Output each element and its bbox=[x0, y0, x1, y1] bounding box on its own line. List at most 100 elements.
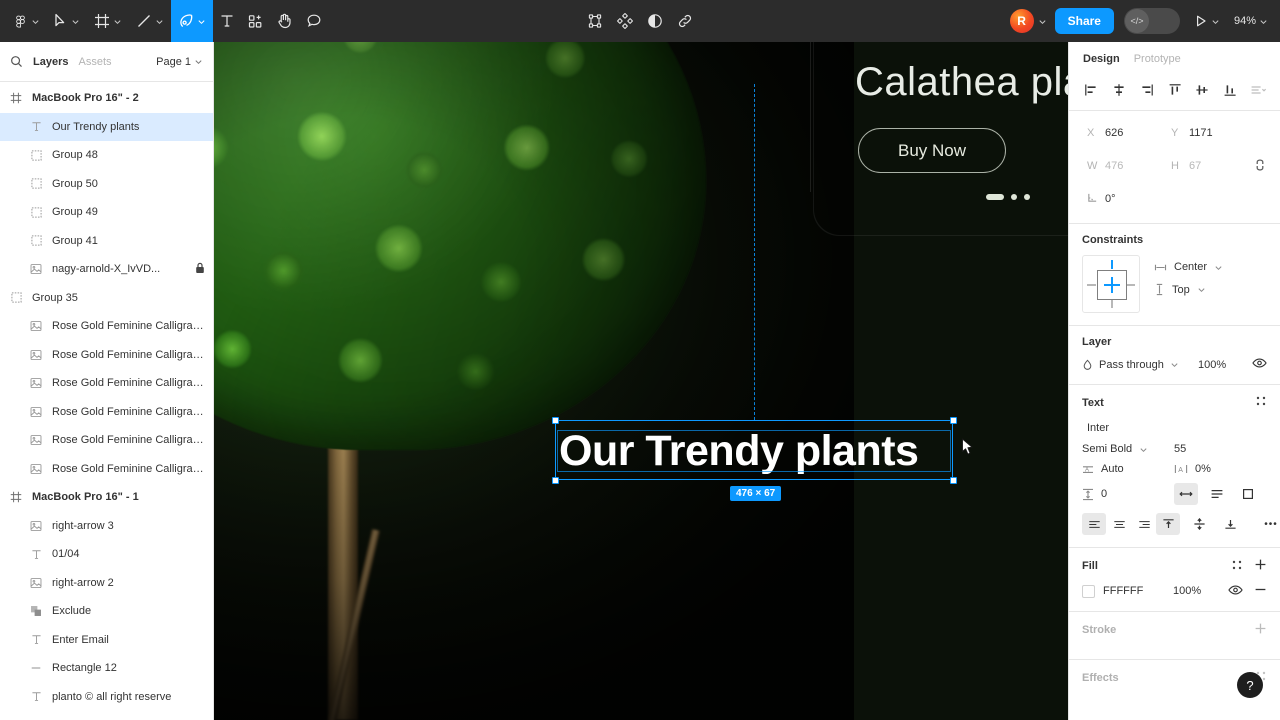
align-top-icon[interactable] bbox=[1161, 78, 1189, 102]
layer-row[interactable]: Exclude bbox=[0, 597, 213, 626]
components-tool-icon[interactable] bbox=[241, 0, 270, 42]
page-selector[interactable]: Page 1 bbox=[156, 56, 203, 68]
layer-row[interactable]: Group 49 bbox=[0, 198, 213, 227]
layer-row[interactable]: Group 41 bbox=[0, 227, 213, 256]
font-weight-dropdown[interactable]: Semi Bold bbox=[1082, 443, 1174, 455]
distribute-menu-icon[interactable] bbox=[1244, 78, 1272, 102]
figma-menu-icon[interactable] bbox=[6, 0, 47, 42]
align-left-icon[interactable] bbox=[1077, 78, 1105, 102]
align-text-bottom-icon[interactable] bbox=[1218, 513, 1242, 535]
fill-styles-icon[interactable] bbox=[1231, 559, 1243, 574]
blend-mode-dropdown[interactable]: Pass through bbox=[1082, 359, 1190, 371]
align-bottom-icon[interactable] bbox=[1216, 78, 1244, 102]
layer-row[interactable]: right-arrow 3 bbox=[0, 512, 213, 541]
text-styles-icon[interactable] bbox=[1255, 395, 1267, 410]
variants-icon[interactable] bbox=[610, 0, 640, 42]
align-text-right-icon[interactable] bbox=[1132, 513, 1156, 535]
carousel-dot-active[interactable] bbox=[986, 194, 1004, 200]
layer-row[interactable]: Rose Gold Feminine Calligrap... bbox=[0, 455, 213, 484]
carousel-dots[interactable] bbox=[986, 194, 1030, 200]
height-field[interactable]: H 67 bbox=[1166, 154, 1244, 178]
layer-row[interactable]: Group 35 bbox=[0, 284, 213, 313]
x-field[interactable]: X 626 bbox=[1082, 121, 1160, 145]
fill-visibility-eye-icon[interactable] bbox=[1228, 584, 1243, 599]
buy-now-button[interactable]: Buy Now bbox=[858, 128, 1006, 173]
layer-row[interactable]: Group 50 bbox=[0, 170, 213, 199]
tab-assets[interactable]: Assets bbox=[78, 56, 111, 68]
resize-handle-top-right[interactable] bbox=[950, 417, 957, 424]
scale-tool-icon[interactable] bbox=[580, 0, 610, 42]
text-tool-icon[interactable] bbox=[213, 0, 241, 42]
width-field[interactable]: W 476 bbox=[1082, 154, 1160, 178]
horizontal-constraint-dropdown[interactable]: Center bbox=[1154, 261, 1223, 273]
hand-tool-icon[interactable] bbox=[270, 0, 299, 42]
tab-prototype[interactable]: Prototype bbox=[1134, 53, 1181, 65]
font-family-field[interactable]: Inter bbox=[1082, 419, 1267, 437]
layer-visibility-eye-icon[interactable] bbox=[1252, 357, 1267, 372]
resize-handle-bottom-left[interactable] bbox=[552, 477, 559, 484]
avatar[interactable]: R bbox=[1009, 9, 1034, 33]
layer-row[interactable]: Rectangle 12 bbox=[0, 654, 213, 683]
layer-row[interactable]: Privacy bbox=[0, 711, 213, 720]
resize-handle-bottom-right[interactable] bbox=[950, 477, 957, 484]
carousel-dot[interactable] bbox=[1011, 194, 1017, 200]
add-stroke-button[interactable] bbox=[1254, 622, 1267, 638]
share-button[interactable]: Share bbox=[1054, 8, 1114, 34]
add-fill-button[interactable] bbox=[1254, 558, 1267, 574]
search-icon[interactable] bbox=[10, 55, 23, 68]
align-right-icon[interactable] bbox=[1133, 78, 1161, 102]
layer-row[interactable]: Group 48 bbox=[0, 141, 213, 170]
layer-row[interactable]: Enter Email bbox=[0, 626, 213, 655]
layer-row[interactable]: Rose Gold Feminine Calligrap... bbox=[0, 341, 213, 370]
vertical-constraint-dropdown[interactable]: Top bbox=[1154, 283, 1223, 296]
fill-color-swatch[interactable] bbox=[1082, 584, 1095, 598]
layer-row[interactable]: Rose Gold Feminine Calligrap... bbox=[0, 312, 213, 341]
rotation-field[interactable]: 0° bbox=[1082, 187, 1160, 211]
align-text-left-icon[interactable] bbox=[1082, 513, 1106, 535]
align-text-center-icon[interactable] bbox=[1107, 513, 1131, 535]
layer-row[interactable]: MacBook Pro 16" - 2 bbox=[0, 84, 213, 113]
font-size-field[interactable]: 55 bbox=[1174, 443, 1186, 455]
line-tool-icon[interactable] bbox=[129, 0, 171, 42]
comment-tool-icon[interactable] bbox=[299, 0, 329, 42]
move-tool-icon[interactable] bbox=[47, 0, 87, 42]
lock-aspect-ratio-icon[interactable] bbox=[1254, 158, 1266, 175]
line-height-field[interactable]: A Auto bbox=[1082, 463, 1174, 475]
y-field[interactable]: Y 1171 bbox=[1166, 121, 1244, 145]
layer-row[interactable]: Rose Gold Feminine Calligrap... bbox=[0, 426, 213, 455]
auto-width-icon[interactable] bbox=[1174, 483, 1198, 505]
layer-row[interactable]: Rose Gold Feminine Calligrap... bbox=[0, 398, 213, 427]
align-horizontal-centers-icon[interactable] bbox=[1105, 78, 1133, 102]
zoom-menu[interactable]: 94% bbox=[1230, 0, 1272, 42]
text-more-options-button[interactable]: ••• bbox=[1259, 513, 1280, 535]
layer-row[interactable]: Our Trendy plants bbox=[0, 112, 213, 141]
tab-design[interactable]: Design bbox=[1083, 53, 1120, 65]
lock-icon[interactable] bbox=[195, 262, 205, 277]
constraints-widget[interactable] bbox=[1082, 255, 1140, 313]
layer-row[interactable]: 01/04 bbox=[0, 540, 213, 569]
fill-hex-value[interactable]: FFFFFF bbox=[1103, 585, 1165, 597]
design-canvas[interactable]: Calathea plant Buy Now Our Trendy plants… bbox=[214, 42, 1068, 720]
carousel-dot[interactable] bbox=[1024, 194, 1030, 200]
letter-spacing-field[interactable]: A 0% bbox=[1174, 463, 1211, 475]
present-button[interactable] bbox=[1184, 0, 1226, 42]
fixed-size-icon[interactable] bbox=[1236, 483, 1260, 505]
remove-fill-button[interactable] bbox=[1254, 583, 1267, 599]
layer-row[interactable]: Rose Gold Feminine Calligrap... bbox=[0, 369, 213, 398]
paragraph-spacing-field[interactable]: 0 bbox=[1082, 488, 1174, 501]
dev-mode-toggle[interactable]: </> bbox=[1123, 8, 1180, 34]
pen-tool-icon[interactable] bbox=[171, 0, 213, 42]
layer-row[interactable]: nagy-arnold-X_IvVD... bbox=[0, 255, 213, 284]
fill-opacity-value[interactable]: 100% bbox=[1173, 585, 1219, 597]
contrast-icon[interactable] bbox=[640, 0, 670, 42]
align-text-middle-icon[interactable] bbox=[1187, 513, 1211, 535]
align-text-top-icon[interactable] bbox=[1156, 513, 1180, 535]
layer-row[interactable]: MacBook Pro 16" - 1 bbox=[0, 483, 213, 512]
link-icon[interactable] bbox=[670, 0, 700, 42]
layer-row[interactable]: planto © all right reserve bbox=[0, 683, 213, 712]
tab-layers[interactable]: Layers bbox=[33, 56, 68, 68]
layer-row[interactable]: right-arrow 2 bbox=[0, 569, 213, 598]
help-button[interactable]: ? bbox=[1237, 672, 1263, 698]
auto-height-icon[interactable] bbox=[1205, 483, 1229, 505]
align-vertical-centers-icon[interactable] bbox=[1188, 78, 1216, 102]
